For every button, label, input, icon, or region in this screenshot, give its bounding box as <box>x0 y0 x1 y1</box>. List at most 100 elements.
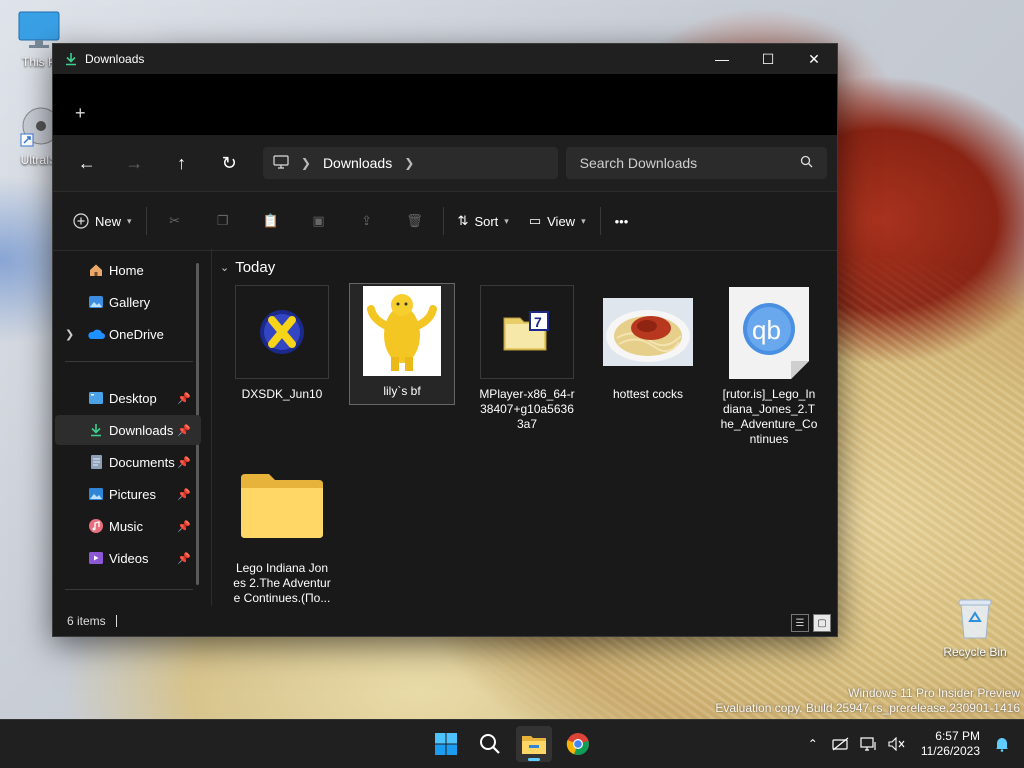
volume-muted-icon[interactable] <box>883 737 911 751</box>
pin-icon[interactable]: 📌 <box>177 520 191 533</box>
sidebar-divider <box>65 361 193 362</box>
sidebar-item-videos[interactable]: Videos 📌 <box>55 543 201 573</box>
command-bar: New ▾ ✂ ❐ 📋 ▣ ⇪ 🗑 ⇅ Sort ▾ ▭ View ▾ ••• <box>53 191 837 251</box>
watermark-line-2: Evaluation copy. Build 25947.rs_prerelea… <box>715 701 1020 715</box>
chevron-right-icon[interactable]: ❯ <box>404 156 414 170</box>
view-button[interactable]: ▭ View ▾ <box>519 204 596 238</box>
back-button[interactable]: ← <box>63 143 110 183</box>
window-title: Downloads <box>85 52 145 66</box>
sidebar-item-label: Videos <box>109 550 149 566</box>
forward-button[interactable]: → <box>110 143 157 183</box>
new-button[interactable]: New ▾ <box>63 204 142 238</box>
close-button[interactable]: ✕ <box>791 44 837 74</box>
clock-date: 11/26/2023 <box>920 744 980 758</box>
breadcrumb-downloads[interactable]: Downloads <box>323 155 392 171</box>
svg-text:7: 7 <box>534 314 542 330</box>
sidebar-item-pictures[interactable]: Pictures 📌 <box>55 479 201 509</box>
title-bar[interactable]: Downloads — ☐ ✕ <box>53 44 837 74</box>
onedrive-icon <box>87 325 105 343</box>
file-name: DXSDK_Jun10 <box>241 387 323 401</box>
file-item[interactable]: Lego Indiana Jones 2.The Adventure Conti… <box>230 459 334 606</box>
sort-button[interactable]: ⇅ Sort ▾ <box>448 204 519 238</box>
refresh-button[interactable]: ↻ <box>205 143 252 183</box>
sidebar-item-documents[interactable]: Documents 📌 <box>55 447 201 477</box>
chevron-right-icon: ❯ <box>300 156 311 170</box>
paste-button[interactable]: 📋 <box>247 204 295 238</box>
pin-icon[interactable]: 📌 <box>177 424 191 437</box>
pin-icon[interactable]: 📌 <box>177 456 191 469</box>
downloads-folder-icon <box>87 421 105 439</box>
file-item[interactable]: hottest cocks <box>596 285 700 402</box>
sidebar-item-home[interactable]: Home <box>55 255 201 285</box>
desktop-icon-label: Recycle Bin <box>943 645 1007 659</box>
file-name: [rutor.is]_Lego_Indiana_Jones_2.The_Adve… <box>720 387 818 446</box>
sidebar-item-downloads[interactable]: Downloads 📌 <box>55 415 201 445</box>
clock[interactable]: 6:57 PM 11/26/2023 <box>921 729 980 759</box>
notification-bell-icon[interactable] <box>988 736 1016 752</box>
sidebar-item-music[interactable]: Music 📌 <box>55 511 201 541</box>
chrome-taskbar-button[interactable] <box>560 726 596 762</box>
view-label: View <box>547 213 576 229</box>
see-more-button[interactable]: ••• <box>605 204 639 238</box>
delete-button[interactable]: 🗑 <box>391 204 439 238</box>
search-input[interactable]: Search Downloads <box>565 147 828 179</box>
windows-logo-icon <box>435 733 457 755</box>
navigation-pane: Home Gallery ❯ OneDrive Desktop 📌 Downlo… <box>53 249 205 606</box>
network-icon[interactable] <box>855 736 883 752</box>
pin-icon[interactable]: 📌 <box>177 488 191 501</box>
file-item[interactable]: lily`s bf <box>349 283 455 405</box>
details-view-button[interactable]: ☰ <box>791 614 809 632</box>
clock-time: 6:57 PM <box>935 729 980 743</box>
sidebar-item-onedrive[interactable]: ❯ OneDrive <box>55 319 201 349</box>
sidebar-item-gallery[interactable]: Gallery <box>55 287 201 317</box>
file-name: lily`s bf <box>383 384 421 398</box>
paste-icon: 📋 <box>262 213 279 228</box>
sidebar-item-desktop[interactable]: Desktop 📌 <box>55 383 201 413</box>
search-button[interactable] <box>472 726 508 762</box>
file-item[interactable]: DXSDK_Jun10 <box>230 285 334 402</box>
sidebar-item-label: Documents <box>109 454 175 470</box>
rename-button[interactable]: ▣ <box>295 204 343 238</box>
list-icon: ☰ <box>795 617 805 629</box>
cut-button[interactable]: ✂ <box>151 204 199 238</box>
network-disconnected-icon[interactable] <box>827 737 855 751</box>
download-icon <box>63 51 79 67</box>
status-bar: 6 items ☰ ▢ <box>53 606 837 636</box>
explorer-body: Home Gallery ❯ OneDrive Desktop 📌 Downlo… <box>53 249 837 636</box>
file-list-pane[interactable]: ⌄ Today DXSDK_Jun10 lily`s bf 7 MPlayer-… <box>211 249 837 606</box>
address-bar[interactable]: ❯ Downloads ❯ <box>262 147 558 179</box>
evaluation-watermark: Windows 11 Pro Insider Preview Evaluatio… <box>715 686 1020 716</box>
plus-circle-icon <box>73 213 89 229</box>
pin-icon[interactable]: 📌 <box>177 552 191 565</box>
view-icon: ▭ <box>528 213 542 228</box>
new-tab-button[interactable]: + <box>75 103 86 124</box>
start-button[interactable] <box>428 726 464 762</box>
file-name: MPlayer-x86_64-r38407+g10a56363a7 <box>479 387 575 431</box>
share-button[interactable]: ⇪ <box>343 204 391 238</box>
item-count: 6 items <box>67 614 106 628</box>
sidebar-item-label: Desktop <box>109 390 157 406</box>
maximize-button[interactable]: ☐ <box>745 44 791 74</box>
copy-button[interactable]: ❐ <box>199 204 247 238</box>
file-explorer-window: Downloads — ☐ ✕ + ← → ↑ ↻ ❯ Downloads ❯ … <box>52 43 838 637</box>
view-toggles: ☰ ▢ <box>791 614 831 632</box>
trash-icon: 🗑 <box>406 213 423 228</box>
up-button[interactable]: ↑ <box>158 143 205 183</box>
spaghetti-thumbnail <box>601 285 695 379</box>
file-explorer-taskbar-button[interactable] <box>516 726 552 762</box>
pin-icon[interactable]: 📌 <box>177 392 191 405</box>
desktop-icon-recycle-bin[interactable]: Recycle Bin <box>940 596 1010 659</box>
search-icon <box>800 155 813 171</box>
tiles-view-button[interactable]: ▢ <box>813 614 831 632</box>
home-icon <box>87 261 105 279</box>
minimize-button[interactable]: — <box>699 44 745 74</box>
archive-icon: 7 <box>480 285 574 379</box>
chevron-right-icon[interactable]: ❯ <box>65 328 74 341</box>
group-header-today[interactable]: ⌄ Today <box>220 259 275 276</box>
gallery-icon <box>87 293 105 311</box>
file-item[interactable]: 7 MPlayer-x86_64-r38407+g10a56363a7 <box>475 285 579 432</box>
show-hidden-icons-button[interactable]: ⌃ <box>799 737 827 751</box>
file-item[interactable]: qb [rutor.is]_Lego_Indiana_Jones_2.The_A… <box>717 285 821 447</box>
divider <box>145 207 147 235</box>
system-tray: ⌃ 6:57 PM 11/26/2023 <box>799 720 1024 768</box>
